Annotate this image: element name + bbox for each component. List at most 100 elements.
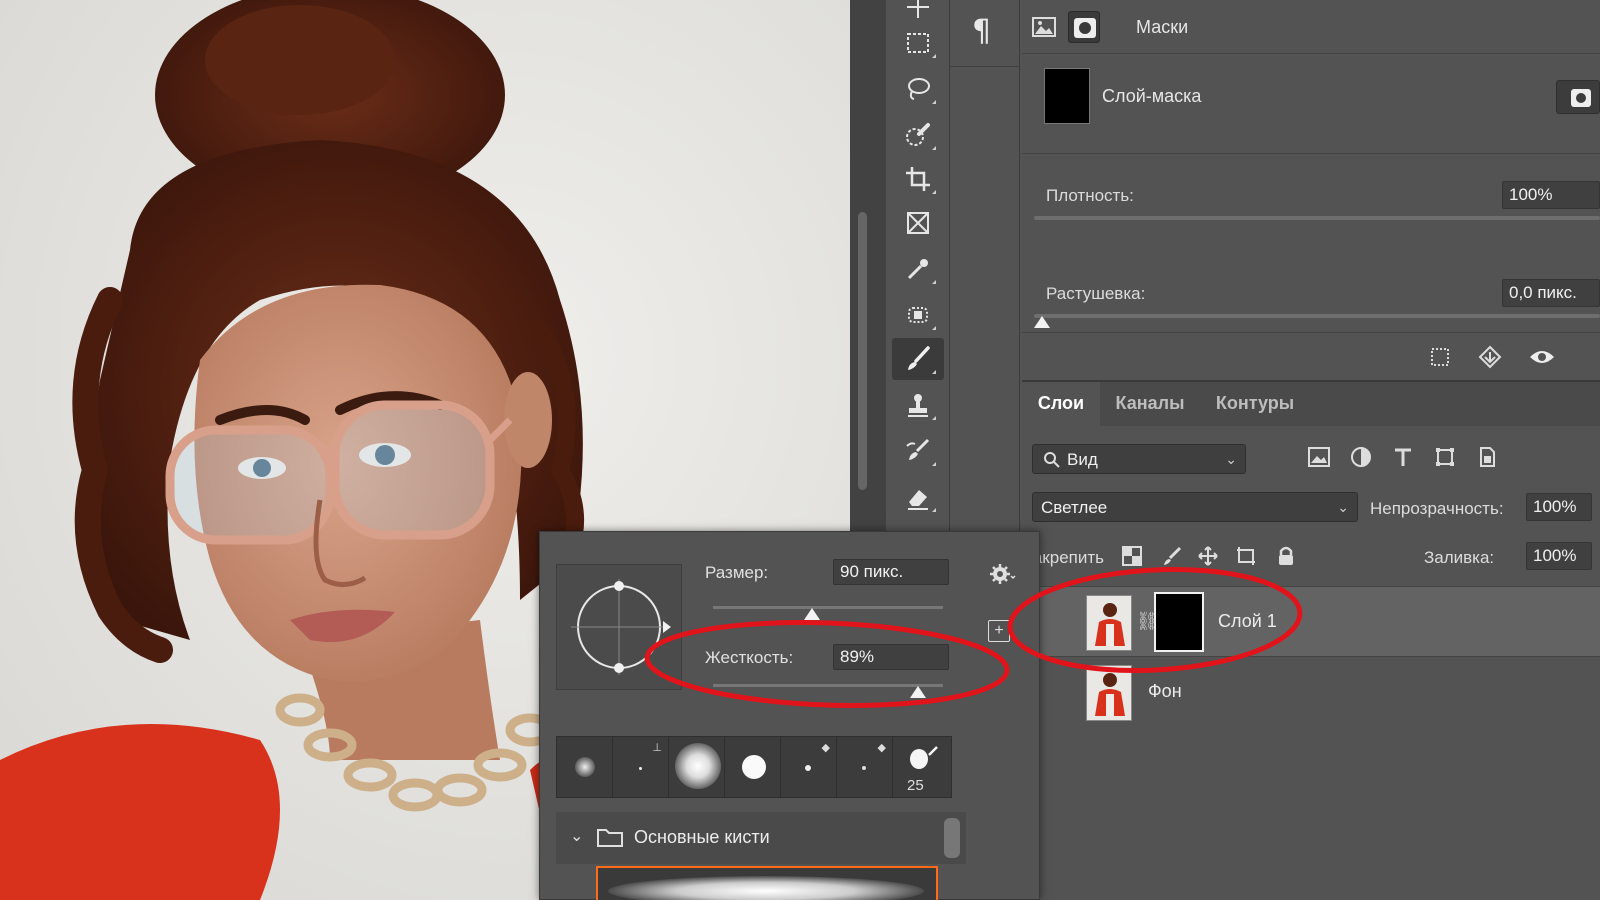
- bandage-icon: [908, 307, 928, 323]
- brush-tip-hard-tiny[interactable]: ◆: [837, 737, 893, 797]
- layer-thumbnail: [1086, 595, 1132, 651]
- stamp-icon: [908, 394, 928, 417]
- image-icon: [1308, 447, 1330, 467]
- layer-name-background: Фон: [1148, 681, 1182, 701]
- mask-name: Слой-маска: [1102, 86, 1202, 106]
- tab-layers[interactable]: Слои: [1022, 382, 1100, 426]
- brush-tip-hard-small[interactable]: ◆: [781, 737, 837, 797]
- brush-angle-preview[interactable]: [556, 564, 682, 690]
- tab-channels[interactable]: Каналы: [1100, 382, 1200, 426]
- lock-icon: [1279, 546, 1293, 565]
- fill-input[interactable]: 100%: [1526, 542, 1592, 570]
- frame-tool[interactable]: [892, 202, 944, 244]
- blend-mode-select[interactable]: Светлее ⌄: [1032, 492, 1358, 522]
- quick-selection-tool[interactable]: [892, 114, 944, 156]
- marquee-icon: [907, 33, 929, 53]
- brush-folder-basic[interactable]: ⌄ Основные кисти: [556, 812, 966, 864]
- filter-shape-layers-button[interactable]: [1430, 442, 1460, 472]
- chevron-down-icon: ⌄: [1225, 451, 1237, 467]
- brush-hardness-input[interactable]: 89%: [833, 644, 949, 670]
- density-input[interactable]: 100%: [1502, 181, 1600, 209]
- layer-mask-icon[interactable]: [1068, 11, 1100, 43]
- brush-size-slider[interactable]: [713, 606, 943, 609]
- properties-footer: [1022, 332, 1600, 380]
- filter-type-layers-button[interactable]: [1388, 442, 1418, 472]
- brush-tips-row: ⊥ ◆ ◆ 25: [556, 736, 952, 798]
- history-brush-tool[interactable]: [892, 430, 944, 472]
- canvas-scroll-thumb[interactable]: [858, 212, 867, 490]
- lock-all-button[interactable]: [1272, 542, 1300, 570]
- folder-icon: [597, 829, 623, 847]
- artboard-icon: [1237, 547, 1255, 565]
- layer-thumbnail: [1086, 665, 1132, 721]
- layer-mask-thumbnail[interactable]: [1154, 592, 1204, 652]
- eraser-tool[interactable]: [892, 476, 944, 518]
- filter-adjustment-layers-button[interactable]: [1346, 442, 1376, 472]
- marquee-tool[interactable]: [892, 22, 944, 64]
- feather-slider-handle[interactable]: [1034, 316, 1050, 328]
- type-icon: [1395, 448, 1411, 466]
- paragraph-panel-icon[interactable]: ¶: [972, 14, 991, 49]
- brush-preset-selected[interactable]: [596, 866, 938, 900]
- mask-info-row: Слой-маска: [1022, 56, 1600, 154]
- layer-filter-select[interactable]: Вид ⌄: [1032, 444, 1246, 474]
- eyedropper-tool[interactable]: [892, 248, 944, 290]
- layers-panel: Слои Каналы Контуры Вид ⌄ Светлее ⌄ Непр…: [1022, 382, 1600, 900]
- brush-hardness-label: Жесткость:: [705, 648, 794, 667]
- brush-settings-button[interactable]: [986, 560, 1020, 588]
- load-selection-button[interactable]: [1420, 339, 1460, 375]
- brush-preset-picker: Размер: 90 пикс. Жесткость: 89% + ⊥ ◆ ◆ …: [539, 531, 1040, 900]
- fill-label: Заливка:: [1424, 548, 1495, 567]
- brush-roundness-icon: [571, 579, 671, 675]
- feather-slider[interactable]: [1034, 314, 1600, 318]
- move-arrows-icon: [1198, 546, 1218, 566]
- chevron-down-icon[interactable]: ⌄: [570, 826, 583, 846]
- brush-tip-soft-large[interactable]: [669, 737, 725, 797]
- lock-position-button[interactable]: [1194, 542, 1222, 570]
- brush-tip-tiny[interactable]: ⊥: [613, 737, 669, 797]
- brush-tool[interactable]: [892, 338, 944, 380]
- brush-tip-hard-round[interactable]: [725, 737, 781, 797]
- lasso-tool[interactable]: [892, 68, 944, 110]
- dock-divider: [950, 66, 1020, 67]
- crop-tool[interactable]: [892, 158, 944, 200]
- lock-transparent-pixels-button[interactable]: [1118, 542, 1146, 570]
- feather-input[interactable]: 0,0 пикс.: [1502, 279, 1600, 307]
- lock-image-pixels-button[interactable]: [1158, 542, 1186, 570]
- clone-stamp-tool[interactable]: [892, 384, 944, 426]
- filter-smart-objects-button[interactable]: [1472, 442, 1502, 472]
- brush-icon: [1164, 546, 1182, 565]
- lock-artboard-button[interactable]: [1232, 542, 1260, 570]
- brush-hardness-slider-handle[interactable]: [909, 686, 926, 698]
- masks-header: Маски: [1022, 0, 1600, 54]
- brush-hardness-slider[interactable]: [713, 684, 943, 687]
- brush-list-scroll-thumb[interactable]: [944, 818, 960, 858]
- new-brush-preset-button[interactable]: +: [988, 620, 1010, 642]
- feather-label: Растушевка:: [1046, 284, 1146, 303]
- brush-tip-soft-small[interactable]: [557, 737, 613, 797]
- brush-folder-name: Основные кисти: [634, 827, 770, 847]
- eraser-icon: [908, 490, 928, 510]
- density-slider[interactable]: [1034, 216, 1600, 220]
- layer-filter-value: Вид: [1067, 450, 1098, 469]
- brush-size-slider-handle[interactable]: [803, 608, 820, 620]
- tab-paths[interactable]: Контуры: [1200, 382, 1310, 426]
- brush-tip-custom-25[interactable]: 25: [893, 737, 949, 797]
- plus-icon: +: [994, 622, 1004, 639]
- apply-mask-button[interactable]: [1470, 339, 1510, 375]
- brush-tip-size: 25: [907, 777, 924, 794]
- layer-row-layer1[interactable]: ⛓ Слой 1: [1022, 586, 1600, 656]
- smart-object-icon: [1480, 447, 1495, 467]
- pixel-mask-icon[interactable]: [1028, 11, 1060, 43]
- filter-pixel-layers-button[interactable]: [1304, 442, 1334, 472]
- density-label: Плотность:: [1046, 186, 1134, 205]
- toggle-mask-visibility-button[interactable]: [1522, 339, 1562, 375]
- brush-size-input[interactable]: 90 пикс.: [833, 559, 949, 585]
- brush-icon: [908, 346, 930, 370]
- layer-row-background[interactable]: Фон: [1022, 656, 1600, 726]
- opacity-input[interactable]: 100%: [1526, 493, 1592, 521]
- spot-healing-tool[interactable]: [892, 294, 944, 336]
- selection-icon: [1431, 348, 1449, 366]
- quick-selection-icon: [906, 123, 930, 146]
- select-mask-button[interactable]: [1556, 80, 1600, 114]
